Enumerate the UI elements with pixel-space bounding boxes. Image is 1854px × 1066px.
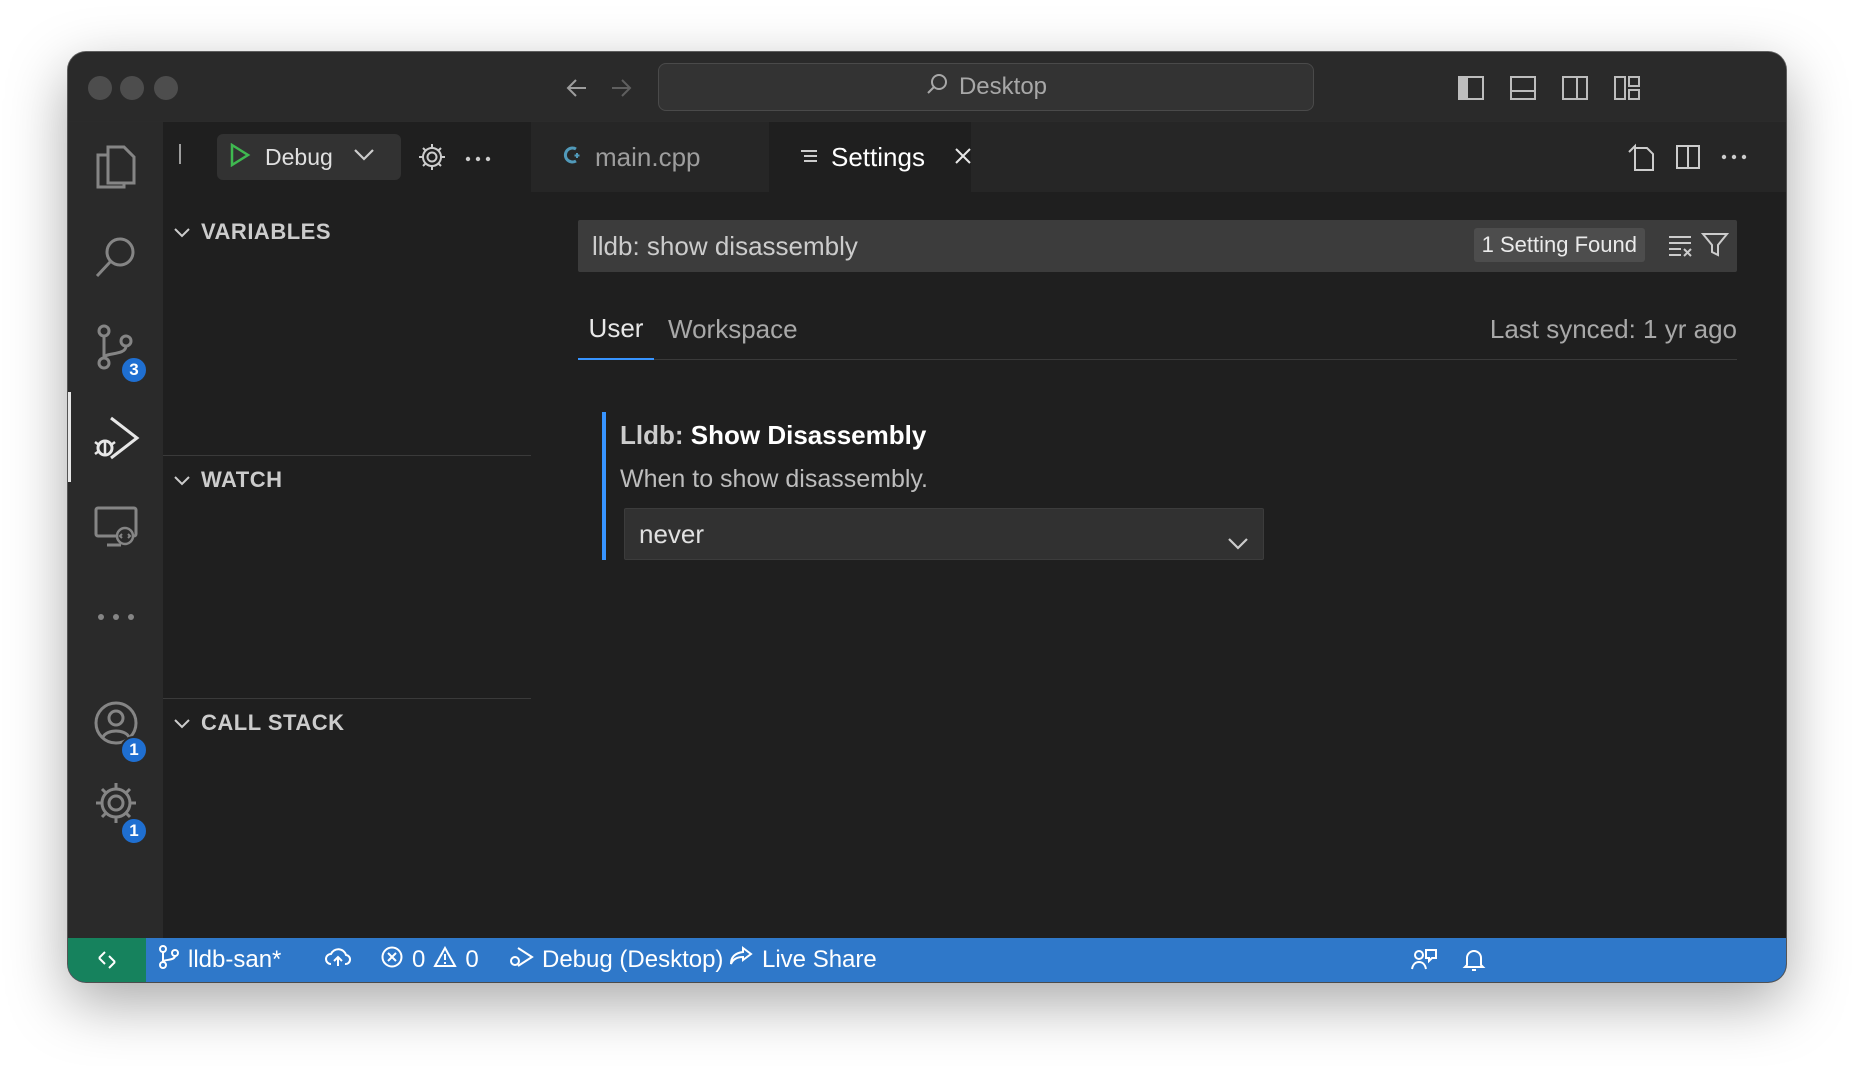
setting-value: never [639, 518, 705, 549]
accounts-icon[interactable]: 1 [68, 678, 163, 768]
search-query: lldb: show disassembly [592, 230, 858, 261]
setting-title: Lldb: Show Disassembly [620, 420, 1302, 451]
tab-bar: main.cpp Settings [531, 122, 1786, 192]
debug-status[interactable]: Debug (Desktop) [508, 938, 723, 982]
debug-config-select[interactable]: Debug [217, 134, 401, 180]
branch-status[interactable]: lldb-san* [158, 938, 281, 982]
search-activity-icon[interactable] [68, 212, 163, 302]
activity-bar: 3 1 1 [68, 122, 163, 938]
feedback-icon[interactable] [1410, 938, 1438, 982]
more-actions-icon[interactable] [465, 150, 491, 168]
chevron-down-icon [1227, 527, 1249, 558]
chevron-down-icon [353, 148, 375, 167]
branch-name: lldb-san* [188, 946, 282, 973]
settings-search-input[interactable]: lldb: show disassembly 1 Setting Found [578, 220, 1737, 272]
setting-category: Lldb: [620, 420, 691, 450]
tab-label: Settings [831, 141, 925, 172]
status-bar: lldb-san* 0 0 Debug (Desktop) Live Share [68, 938, 1786, 982]
scope-tab-user[interactable]: User [578, 298, 654, 360]
error-icon [380, 945, 404, 976]
tab-label: main.cpp [595, 141, 701, 172]
zoom-window-button[interactable] [154, 76, 178, 100]
remote-indicator-icon[interactable] [68, 938, 146, 982]
run-and-debug-icon[interactable] [68, 392, 163, 482]
setting-value-select[interactable]: never [624, 508, 1264, 560]
scope-tab-workspace[interactable]: Workspace [668, 298, 798, 360]
warning-icon [433, 945, 458, 975]
scm-badge: 3 [120, 356, 148, 384]
error-count: 0 [412, 946, 426, 973]
variables-title: VARIABLES [201, 219, 331, 244]
run-and-debug-sidebar: Debug VARIABLES WATCH CALL STACK [163, 122, 531, 938]
more-views-icon[interactable] [68, 572, 163, 662]
chevron-down-icon [173, 710, 191, 736]
live-share-label: Live Share [762, 946, 877, 973]
command-center-label: Desktop [958, 73, 1048, 100]
editor-area: main.cpp Settings lldb: show disassembly… [531, 122, 1786, 938]
remote-explorer-icon[interactable] [68, 482, 163, 572]
setting-name: Show Disassembly [690, 420, 927, 450]
setting-description: When to show disassembly. [620, 465, 928, 493]
tab-settings[interactable]: Settings [769, 122, 971, 192]
split-editor-icon[interactable] [1671, 140, 1705, 174]
settings-file-icon [799, 142, 819, 173]
call-stack-section-header[interactable]: CALL STACK [163, 699, 531, 747]
variables-section-header[interactable]: VARIABLES [163, 208, 531, 256]
settings-found-count: 1 Setting Found [1473, 228, 1645, 262]
live-share-icon [728, 945, 754, 976]
chevron-down-icon [173, 467, 191, 493]
explorer-icon[interactable] [68, 122, 163, 212]
debug-toolbar: Debug [163, 122, 531, 192]
filter-icon[interactable] [1700, 232, 1730, 265]
search-icon [925, 72, 949, 103]
forward-arrow-icon[interactable] [605, 72, 637, 104]
git-branch-icon [158, 944, 180, 977]
toggle-primary-sidebar-icon[interactable] [1454, 71, 1488, 105]
last-synced-status: Last synced: 1 yr ago [1489, 313, 1737, 344]
cloud-upload-icon [324, 946, 352, 975]
customize-layout-icon[interactable] [1610, 71, 1644, 105]
problems-status[interactable]: 0 0 [380, 938, 479, 982]
toggle-secondary-sidebar-icon[interactable] [1558, 71, 1592, 105]
warning-count: 0 [465, 946, 479, 973]
sync-status[interactable] [324, 938, 352, 982]
command-center[interactable]: Desktop [658, 63, 1314, 111]
start-debugging-icon[interactable] [229, 142, 251, 172]
tab-main-cpp[interactable]: main.cpp [531, 122, 769, 192]
minimize-window-button[interactable] [120, 76, 144, 100]
chevron-down-icon [173, 219, 191, 245]
open-launch-json-gear-icon[interactable] [417, 142, 447, 177]
back-arrow-icon[interactable] [561, 72, 593, 104]
setting-item-show-disassembly: Lldb: Show Disassembly When to show disa… [602, 412, 1302, 560]
vscode-window: Desktop 3 1 1 Debug VARIABLES WATCH CALL… [68, 52, 1786, 982]
editor-more-actions-icon[interactable] [1717, 140, 1751, 174]
manage-badge: 1 [120, 817, 148, 845]
live-share-status[interactable]: Live Share [728, 938, 877, 982]
manage-gear-icon[interactable]: 1 [68, 758, 163, 848]
toggle-panel-icon[interactable] [1506, 71, 1540, 105]
close-window-button[interactable] [88, 76, 112, 100]
title-bar: Desktop [68, 52, 1786, 122]
call-stack-title: CALL STACK [201, 710, 345, 735]
clear-search-filter-icon[interactable] [1667, 232, 1695, 265]
debug-config-status: Debug (Desktop) [542, 946, 724, 973]
debug-config-label: Debug [265, 143, 333, 170]
open-settings-json-icon[interactable] [1625, 140, 1659, 174]
settings-scope-tabs: User Workspace Last synced: 1 yr ago [578, 298, 1737, 360]
debug-icon [508, 945, 534, 976]
notifications-bell-icon[interactable] [1462, 938, 1486, 982]
source-control-icon[interactable]: 3 [68, 302, 163, 392]
close-tab-icon[interactable] [953, 142, 973, 173]
drag-handle[interactable] [179, 144, 181, 164]
watch-title: WATCH [201, 467, 283, 492]
cpp-file-icon [561, 142, 583, 173]
watch-section-header[interactable]: WATCH [163, 456, 531, 504]
